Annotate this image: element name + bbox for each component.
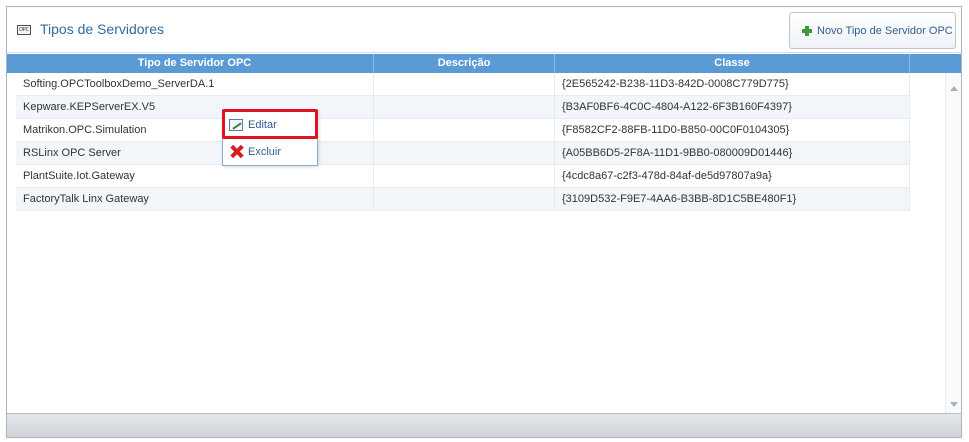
- cell-descricao: [374, 142, 555, 165]
- page-title: Tipos de Servidores: [40, 21, 164, 37]
- context-menu-edit-label: Editar: [248, 119, 277, 131]
- cell-tipo: RSLinx OPC Server: [16, 142, 374, 165]
- cell-classe: {B3AF0BF6-4C0C-4804-A122-6F3B160F4397}: [555, 96, 910, 119]
- cell-classe: {F8582CF2-88FB-11D0-B850-00C0F0104305}: [555, 119, 910, 142]
- table-row[interactable]: Matrikon.OPC.Simulation {F8582CF2-88FB-1…: [16, 119, 910, 142]
- cell-descricao: [374, 119, 555, 142]
- context-menu: Editar Excluir: [222, 110, 318, 166]
- servers-panel: OPC Tipos de Servidores Novo Tipo de Ser…: [6, 6, 962, 438]
- scroll-up-arrow-icon[interactable]: [950, 86, 958, 91]
- cell-classe: {2E565242-B238-11D3-842D-0008C779D775}: [555, 73, 910, 96]
- cell-tipo: FactoryTalk Linx Gateway: [16, 188, 374, 211]
- cell-descricao: [374, 96, 555, 119]
- table-row[interactable]: RSLinx OPC Server {A05BB6D5-2F8A-11D1-9B…: [16, 142, 910, 165]
- grid-header: Tipo de Servidor OPC Descrição Classe: [7, 54, 961, 73]
- column-header-tipo[interactable]: Tipo de Servidor OPC: [16, 54, 374, 73]
- column-header-spacer: [910, 54, 961, 73]
- new-server-type-label: Novo Tipo de Servidor OPC: [817, 25, 953, 37]
- vertical-scrollbar[interactable]: [945, 73, 961, 413]
- cell-tipo: PlantSuite.Iot.Gateway: [16, 165, 374, 188]
- cell-tipo: Matrikon.OPC.Simulation: [16, 119, 374, 142]
- cell-tipo: Softing.OPCToolboxDemo_ServerDA.1: [16, 73, 374, 96]
- grid-footer: [7, 413, 961, 437]
- column-header-descricao[interactable]: Descrição: [374, 54, 555, 73]
- table-row[interactable]: PlantSuite.Iot.Gateway {4cdc8a67-c2f3-47…: [16, 165, 910, 188]
- cell-descricao: [374, 165, 555, 188]
- scroll-down-arrow-icon[interactable]: [950, 402, 958, 407]
- cell-tipo: Kepware.KEPServerEX.V5: [16, 96, 374, 119]
- grid-body: Softing.OPCToolboxDemo_ServerDA.1 {2E565…: [7, 73, 945, 413]
- cell-classe: {3109D532-F9E7-4AA6-B3BB-8D1C5BE480F1}: [555, 188, 910, 211]
- cell-classe: {A05BB6D5-2F8A-11D1-9BB0-080009D01446}: [555, 142, 910, 165]
- new-server-type-button[interactable]: Novo Tipo de Servidor OPC: [789, 12, 956, 49]
- table-row[interactable]: Softing.OPCToolboxDemo_ServerDA.1 {2E565…: [16, 73, 910, 96]
- delete-icon: [230, 145, 243, 158]
- cell-classe: {4cdc8a67-c2f3-478d-84af-de5d97807a9a}: [555, 165, 910, 188]
- context-menu-delete[interactable]: Excluir: [223, 139, 317, 165]
- cell-descricao: [374, 73, 555, 96]
- context-menu-edit[interactable]: Editar: [223, 112, 317, 138]
- cell-descricao: [374, 188, 555, 211]
- table-row[interactable]: Kepware.KEPServerEX.V5 {B3AF0BF6-4C0C-48…: [16, 96, 910, 119]
- table-row[interactable]: FactoryTalk Linx Gateway {3109D532-F9E7-…: [16, 188, 910, 211]
- column-header-classe[interactable]: Classe: [555, 54, 910, 73]
- opc-icon: OPC: [17, 25, 31, 35]
- context-menu-delete-label: Excluir: [248, 146, 282, 158]
- plus-icon: [802, 26, 812, 36]
- panel-header: OPC Tipos de Servidores Novo Tipo de Ser…: [7, 7, 961, 53]
- edit-icon: [229, 119, 243, 131]
